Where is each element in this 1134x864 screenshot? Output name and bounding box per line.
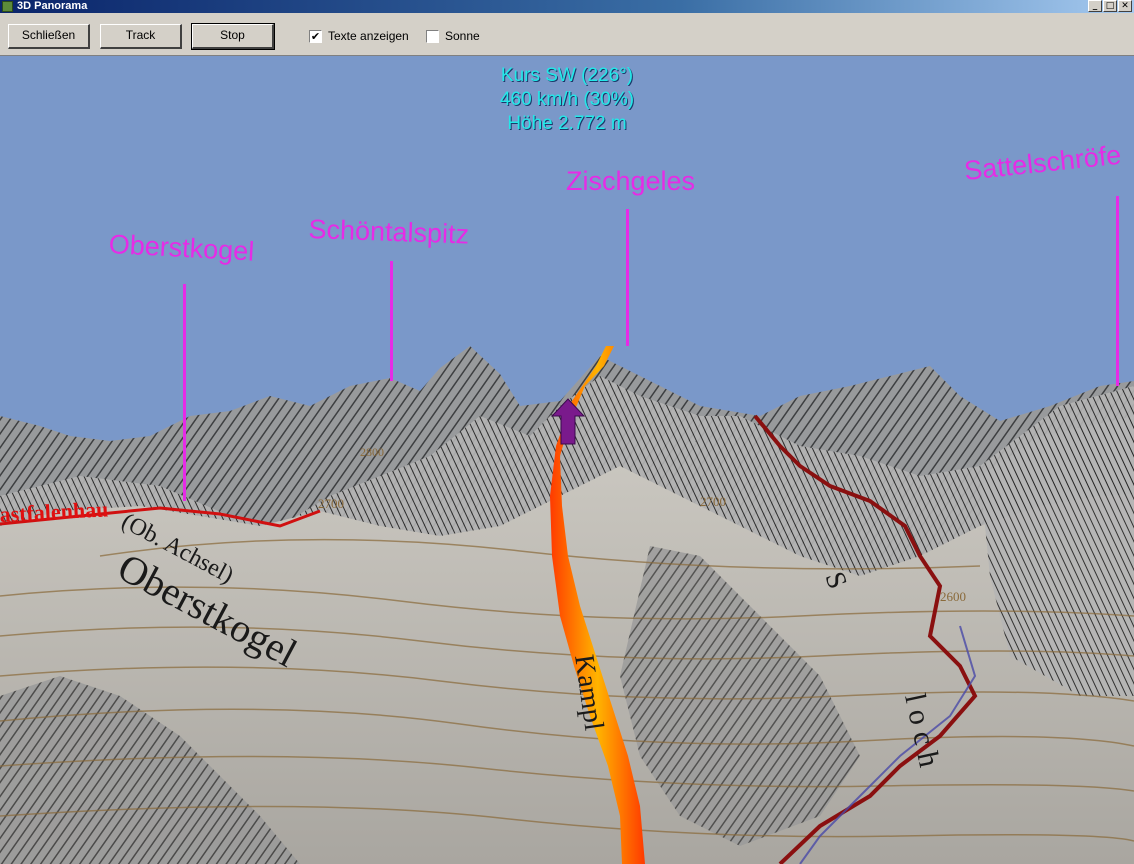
show-texts-label: Texte anzeigen [328, 29, 409, 43]
altitude-readout: Höhe 2.772 m [507, 113, 627, 134]
sun-checkbox[interactable]: Sonne [426, 29, 480, 43]
peak-pointer-zischgeles [626, 209, 629, 346]
heading-readout: Kurs SW (226°) [500, 65, 634, 86]
show-texts-checkbox-box[interactable]: ✔ [309, 29, 322, 43]
contour-2700b-label: 2700 [700, 494, 726, 509]
flight-info-hud: Kurs SW (226°) 460 km/h (30%) Höhe 2.772… [0, 64, 1134, 136]
close-window-button[interactable]: ✕ [1118, 0, 1132, 12]
toolbar: Schließen Track Stop ✔ Texte anzeigen So… [0, 13, 1134, 56]
contour-2800-label: 2800 [360, 445, 384, 459]
close-button[interactable]: Schließen [8, 24, 90, 49]
peak-label-zischgeles: Zischgeles [566, 166, 696, 196]
contour-2600-label: 2600 [940, 589, 966, 604]
peak-pointer-schoentalspitz [390, 261, 393, 381]
title-bar: 3D Panorama _ □ ✕ [0, 0, 1134, 13]
stop-button[interactable]: Stop [191, 23, 275, 50]
speed-readout: 460 km/h (30%) [499, 89, 635, 110]
minimize-button[interactable]: _ [1088, 0, 1102, 12]
mountain-app-icon [2, 1, 13, 12]
sun-checkbox-box[interactable] [426, 29, 439, 43]
maximize-button[interactable]: □ [1103, 0, 1117, 12]
peak-pointer-oberstkogel [183, 284, 186, 501]
show-texts-checkbox[interactable]: ✔ Texte anzeigen [309, 29, 409, 43]
track-button[interactable]: Track [100, 24, 182, 49]
3d-viewport[interactable]: astfalenhau Oberstkogel (Ob. Achsel) Kam… [0, 56, 1134, 864]
peak-label-schoentalspitz: Schöntalspitz [308, 214, 470, 250]
window-title: 3D Panorama [17, 0, 88, 12]
peak-pointer-sattelschroefe [1116, 196, 1119, 386]
sun-label: Sonne [445, 29, 480, 43]
window-controls: _ □ ✕ [1088, 0, 1132, 13]
contour-2700-label: 2700 [318, 496, 344, 511]
